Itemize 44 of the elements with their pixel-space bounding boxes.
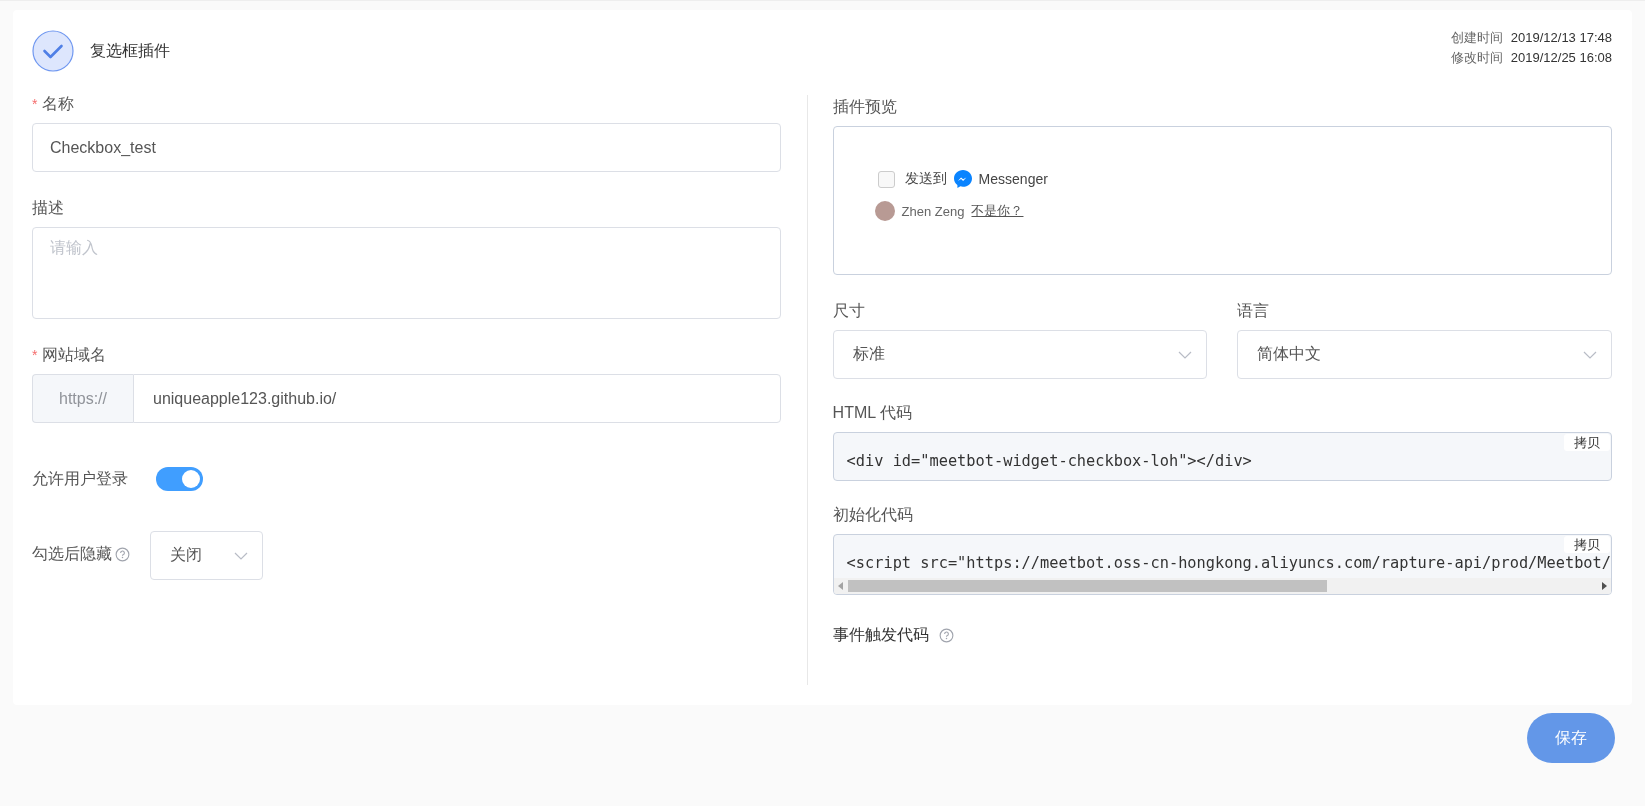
field-label: 初始化代码 (832, 505, 914, 525)
field-label: 勾选后隐藏 (32, 544, 112, 564)
field-label: 插件预览 (832, 97, 898, 117)
required-asterisk: * (32, 346, 38, 365)
field-label: 事件触发代码 (832, 625, 929, 645)
required-asterisk: * (32, 95, 38, 114)
meta-label: 修改时间 (1450, 49, 1503, 67)
chevron-down-icon (1583, 350, 1597, 359)
meta-value: 2019/12/13 17:48 (1510, 29, 1612, 47)
brand-name: Messenger (978, 171, 1048, 187)
checkbox[interactable] (877, 170, 895, 188)
chevron-down-icon (1178, 350, 1193, 359)
code-text: <div id="meetbot-widget-checkbox-loh"></div> (846, 452, 1252, 470)
meta-label: 创建时间 (1450, 29, 1503, 47)
chevron-down-icon (234, 551, 248, 560)
field-label: 尺寸 (832, 301, 866, 321)
copy-button[interactable]: 拷贝 (1564, 536, 1610, 553)
not-you-link[interactable]: 不是你？ (971, 202, 1024, 220)
plugin-title: 复选框插件 (90, 40, 170, 61)
help-icon[interactable] (938, 628, 954, 643)
avatar (874, 201, 895, 221)
copy-button[interactable]: 拷贝 (1564, 434, 1610, 451)
field-label: 名称 (42, 94, 75, 114)
toggle-switch[interactable] (156, 467, 203, 491)
messenger-icon (952, 169, 973, 189)
description-field[interactable]: 请输入 (32, 227, 781, 319)
field-label: 描述 (32, 198, 64, 218)
field-label: 允许用户登录 (32, 469, 128, 489)
field-label: HTML 代码 (832, 403, 913, 423)
field-label: 网站域名 (42, 345, 107, 365)
hide-select[interactable]: 关闭 (150, 531, 263, 580)
meta-value: 2019/12/25 16:08 (1510, 49, 1612, 67)
horizontal-scrollbar[interactable] (833, 578, 1611, 594)
checkbox-label: 发送到 (904, 170, 947, 188)
dropdown[interactable]: 标准 (832, 330, 1208, 379)
user-name: Zhen Zeng (901, 203, 965, 219)
field-label: 语言 (1237, 301, 1271, 321)
dropdown[interactable]: 简体中文 (1237, 330, 1612, 379)
url-prefix: https:// (32, 374, 133, 423)
code-text: <script src="https://meetbot.oss-cn-hongkong.aliyuncs.com/rapture-api/prod/Meetbot/ (846, 554, 1611, 572)
help-icon[interactable] (115, 546, 130, 562)
domain-input[interactable]: uniqueapple123.github.io/ (133, 374, 781, 423)
checkmark-icon (32, 30, 74, 72)
name-input[interactable]: Checkbox_test (32, 123, 781, 172)
